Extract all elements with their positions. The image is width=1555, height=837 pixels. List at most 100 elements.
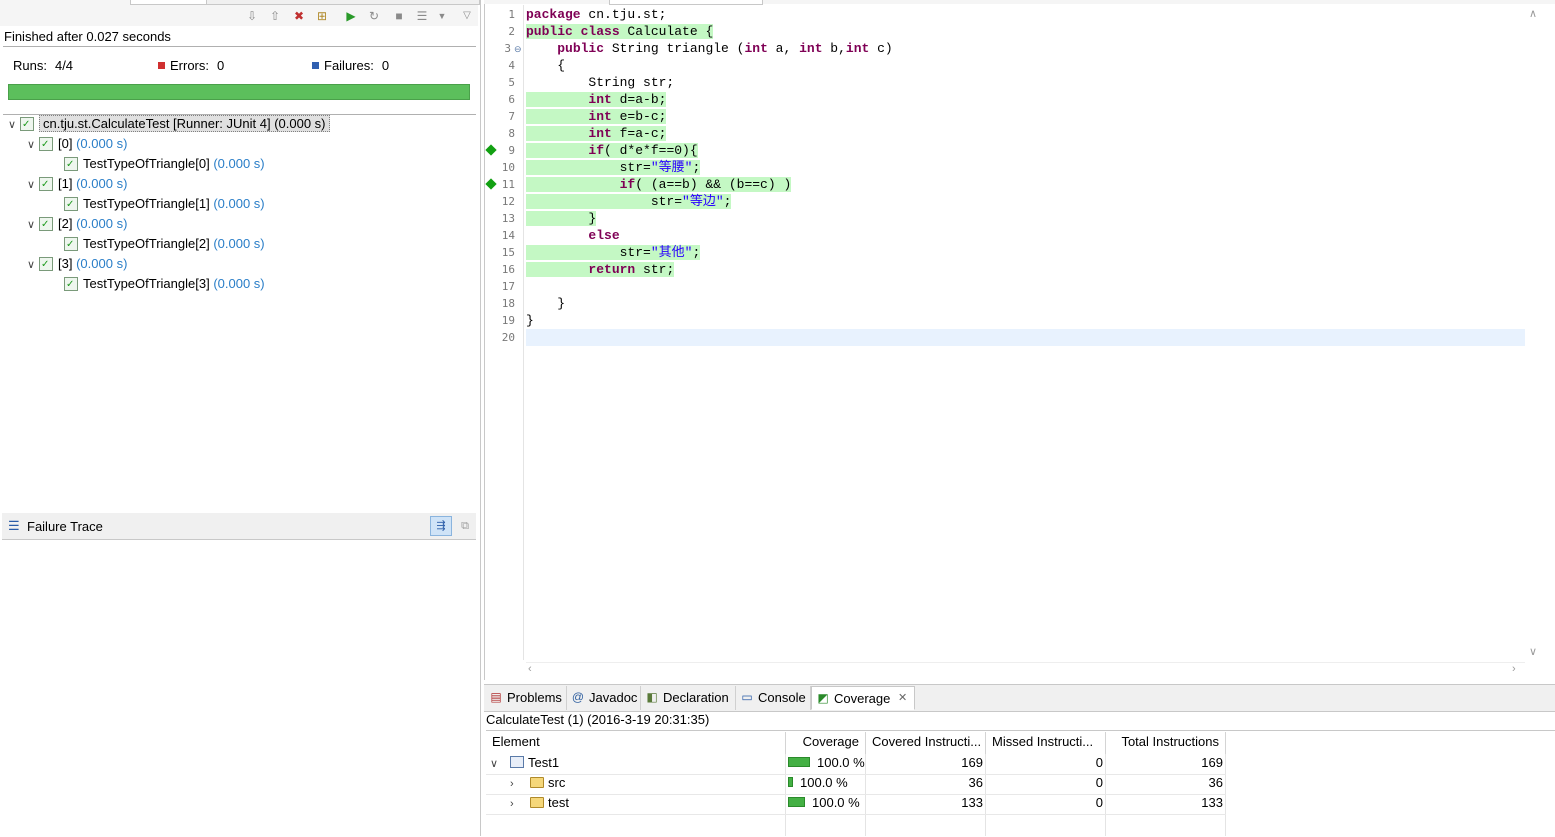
chevron-right-icon[interactable]: ›: [510, 794, 530, 814]
element-name: src: [548, 775, 566, 790]
scroll-lock-icon[interactable]: ⊞: [314, 8, 330, 24]
code-token: e=b-c;: [611, 109, 667, 124]
group-label: [0]: [58, 136, 73, 151]
previous-failure-icon[interactable]: ⇧: [267, 8, 283, 24]
code-line-7: int e=b-c;: [526, 108, 667, 125]
scroll-up-icon[interactable]: ∧: [1529, 7, 1537, 20]
line-number: 4: [508, 59, 515, 72]
test-suite-ok-icon: [39, 135, 53, 155]
col-covered[interactable]: Covered Instructi...: [866, 732, 986, 754]
col-element[interactable]: Element: [486, 732, 786, 754]
coverage-value: 100.0 %: [812, 795, 860, 810]
code-line-13: }: [526, 210, 597, 227]
code-token: }: [557, 296, 566, 311]
test-suite-ok-icon: [39, 215, 53, 235]
test-case-2[interactable]: TestTypeOfTriangle[2] (0.000 s): [64, 234, 265, 255]
history-dropdown-icon[interactable]: ▼: [434, 8, 450, 24]
chevron-down-icon[interactable]: ∨: [490, 754, 510, 774]
close-icon[interactable]: ✕: [898, 687, 907, 710]
scroll-left-icon[interactable]: ‹: [528, 663, 532, 675]
view-menu-icon[interactable]: ▽: [459, 8, 475, 24]
error-icon: [158, 62, 165, 69]
code-line-19: }: [526, 312, 534, 329]
group-label: [2]: [58, 216, 73, 231]
missed-cell: 0: [1095, 775, 1103, 790]
test-group-0[interactable]: ∨ [0] (0.000 s): [27, 134, 128, 155]
failures-label: Failures:: [324, 58, 374, 73]
package-folder-icon: [530, 777, 544, 788]
tab-javadoc[interactable]: @ Javadoc: [567, 686, 641, 710]
line-number: 8: [508, 127, 515, 140]
scroll-right-icon[interactable]: ›: [1512, 663, 1516, 675]
code-token: }: [588, 211, 597, 226]
group-time: (0.000 s): [76, 216, 128, 231]
col-total[interactable]: Total Instructions: [1106, 732, 1226, 754]
view-tab-stub[interactable]: [206, 0, 480, 5]
group-time: (0.000 s): [76, 136, 128, 151]
table-row[interactable]: › src: [510, 773, 565, 793]
line-number: 14: [501, 229, 515, 242]
tab-console[interactable]: ▭ Console: [736, 686, 811, 710]
code-token: ;: [692, 245, 701, 260]
tab-coverage[interactable]: ◩ Coverage ✕: [811, 686, 915, 710]
rerun-failed-first-icon[interactable]: ↻: [366, 8, 382, 24]
col-missed[interactable]: Missed Instructi...: [986, 732, 1106, 754]
test-group-1[interactable]: ∨ [1] (0.000 s): [27, 174, 127, 195]
table-row[interactable]: › test: [510, 793, 569, 813]
group-time: (0.000 s): [76, 256, 128, 271]
test-time: (0.000 s): [213, 276, 265, 291]
col-coverage[interactable]: Coverage: [786, 732, 866, 754]
horizontal-scrollbar[interactable]: ‹ ›: [526, 662, 1525, 679]
test-time: (0.000 s): [213, 236, 265, 251]
chevron-down-icon[interactable]: ∨: [8, 115, 20, 135]
fold-collapse-icon[interactable]: ⊖: [514, 44, 522, 55]
rerun-test-icon[interactable]: ▶: [343, 8, 359, 24]
test-case-1[interactable]: TestTypeOfTriangle[1] (0.000 s): [64, 194, 265, 215]
test-ok-icon: [64, 155, 78, 175]
code-token: ( (a==b) && (b==c) ): [635, 177, 792, 192]
test-case-0[interactable]: TestTypeOfTriangle[0] (0.000 s): [64, 154, 265, 175]
test-group-2[interactable]: ∨ [2] (0.000 s): [27, 214, 128, 235]
table-row[interactable]: ∨ Test1: [490, 753, 559, 773]
code-token: b,: [822, 41, 846, 56]
compare-result-icon[interactable]: ⧉: [456, 516, 474, 536]
tab-problems[interactable]: ▤ Problems: [485, 686, 567, 710]
editor-tab-stub[interactable]: [609, 0, 763, 5]
test-group-3[interactable]: ∨ [3] (0.000 s): [27, 254, 128, 275]
test-case-3[interactable]: TestTypeOfTriangle[3] (0.000 s): [64, 274, 265, 295]
chevron-down-icon[interactable]: ∨: [27, 215, 39, 235]
line-number: 18: [501, 297, 515, 310]
filter-stack-trace-icon[interactable]: ⇶: [430, 516, 452, 536]
declaration-icon: ◧: [646, 690, 658, 704]
stop-icon[interactable]: ■: [391, 8, 407, 24]
element-name: Test1: [528, 755, 560, 770]
show-failures-only-icon[interactable]: ✖: [291, 8, 307, 24]
code-token: "其他": [650, 245, 693, 260]
chevron-down-icon[interactable]: ∨: [27, 175, 39, 195]
covered-cell: 36: [968, 775, 983, 790]
tab-label: Problems: [507, 690, 562, 705]
line-number: 19: [501, 314, 515, 327]
line-number: 5: [508, 76, 515, 89]
editor-tab-strip: [484, 0, 1555, 5]
vertical-scrollbar[interactable]: ∧ ∨: [1525, 5, 1543, 660]
code-token: if: [619, 177, 636, 192]
chevron-down-icon[interactable]: ∨: [27, 255, 39, 275]
test-suite-ok-icon: [20, 115, 34, 135]
chevron-down-icon[interactable]: ∨: [27, 135, 39, 155]
next-failure-icon[interactable]: ⇩: [244, 8, 260, 24]
code-line-12: str="等边";: [526, 193, 732, 210]
code-line-3: public String triangle (int a, int b,int…: [526, 40, 893, 57]
problems-icon: ▤: [490, 690, 502, 704]
test-tree-root[interactable]: ∨ cn.tju.st.CalculateTest [Runner: JUnit …: [8, 114, 330, 135]
chevron-right-icon[interactable]: ›: [510, 774, 530, 794]
view-tab-stub[interactable]: [130, 0, 208, 5]
coverage-cell: 100.0 %: [788, 753, 865, 773]
code-token: int: [588, 109, 612, 124]
line-number: 12: [501, 195, 515, 208]
tab-declaration[interactable]: ◧ Declaration: [641, 686, 736, 710]
test-history-icon[interactable]: ☰: [414, 8, 430, 24]
code-token: str=: [619, 245, 651, 260]
scroll-down-icon[interactable]: ∨: [1529, 645, 1537, 658]
line-number: 16: [501, 263, 515, 276]
